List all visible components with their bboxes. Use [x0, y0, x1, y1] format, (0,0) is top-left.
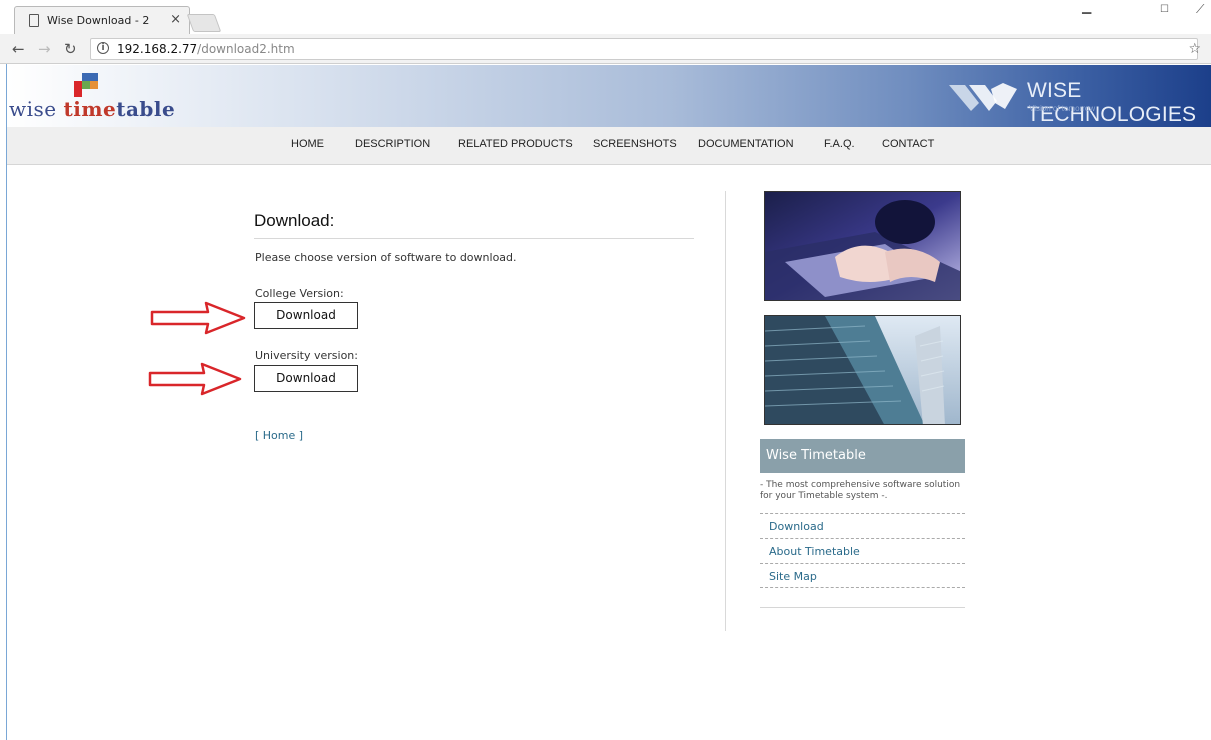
wise-tech-logo-icon	[949, 83, 1017, 111]
sidebar-link-download[interactable]: Download	[760, 513, 965, 538]
logo-word-wise: wise	[9, 97, 64, 121]
new-tab-button[interactable]	[186, 14, 222, 32]
page-content: Download: Please choose version of softw…	[0, 165, 1211, 740]
maximize-icon[interactable]: ☐	[1160, 4, 1169, 15]
nav-screenshots[interactable]: SCREENSHOTS	[593, 138, 677, 150]
buildings-photo	[764, 315, 961, 425]
bookmark-star-icon[interactable]: ☆	[1188, 41, 1201, 57]
minimize-icon[interactable]: ▁	[1082, 0, 1091, 14]
brand-tagline: Vision of tomorrow	[1029, 104, 1096, 113]
tab-close-icon[interactable]: ×	[170, 12, 181, 27]
url-text: 192.168.2.77/download2.htm	[117, 42, 295, 56]
logo-word-table: table	[116, 97, 176, 121]
college-download-button[interactable]: Download	[254, 302, 358, 329]
close-window-icon[interactable]: ⟋	[1196, 2, 1204, 17]
column-divider	[725, 191, 726, 631]
nav-documentation[interactable]: DOCUMENTATION	[698, 138, 794, 150]
site-banner: wise timetable WISE TECHNOLOGIES Vision …	[7, 65, 1211, 127]
url-path: /download2.htm	[197, 42, 295, 56]
back-icon[interactable]: ←	[12, 40, 25, 58]
logo-squares-icon	[71, 73, 99, 97]
sidebox-description: - The most comprehensive software soluti…	[760, 480, 961, 501]
address-bar[interactable]: i 192.168.2.77/download2.htm	[90, 38, 1198, 60]
site-logo[interactable]: wise timetable	[9, 97, 175, 121]
laptop-photo	[764, 191, 961, 301]
brand-name: WISE TECHNOLOGIES	[1027, 79, 1197, 126]
sidebar-divider	[760, 607, 965, 608]
home-link[interactable]: [ Home ]	[255, 429, 303, 442]
sidebox-title: Wise Timetable	[760, 439, 965, 473]
nav-faq[interactable]: F.A.Q.	[824, 138, 855, 150]
browser-toolbar: ← → ↻ i 192.168.2.77/download2.htm ☆	[0, 34, 1211, 64]
tab-title: Wise Download - 2	[47, 14, 150, 27]
college-version-label: College Version:	[255, 287, 344, 300]
university-version-label: University version:	[255, 349, 358, 362]
page-title: Download:	[254, 211, 335, 230]
sidebar-link-site-map[interactable]: Site Map	[760, 563, 965, 588]
sidebar-link-about-timetable[interactable]: About Timetable	[760, 538, 965, 563]
university-download-button[interactable]: Download	[254, 365, 358, 392]
logo-word-time: time	[63, 97, 117, 121]
nav-contact[interactable]: CONTACT	[882, 138, 934, 150]
forward-icon[interactable]: →	[38, 40, 51, 58]
nav-related-products[interactable]: RELATED PRODUCTS	[458, 138, 573, 150]
nav-home[interactable]: HOME	[291, 138, 324, 150]
red-arrow-icon	[150, 301, 246, 335]
main-nav: HOME DESCRIPTION RELATED PRODUCTS SCREEN…	[7, 127, 1211, 165]
browser-tab[interactable]: Wise Download - 2 ×	[14, 6, 190, 34]
title-divider	[254, 238, 694, 239]
tab-strip: Wise Download - 2 × ▁ ☐ ⟋	[0, 0, 1211, 34]
red-arrow-icon	[148, 362, 242, 396]
info-icon[interactable]: i	[97, 42, 109, 54]
page-icon	[29, 14, 39, 27]
nav-description[interactable]: DESCRIPTION	[355, 138, 430, 150]
url-host: 192.168.2.77	[117, 42, 198, 56]
reload-icon[interactable]: ↻	[64, 40, 77, 58]
intro-text: Please choose version of software to dow…	[255, 251, 517, 264]
